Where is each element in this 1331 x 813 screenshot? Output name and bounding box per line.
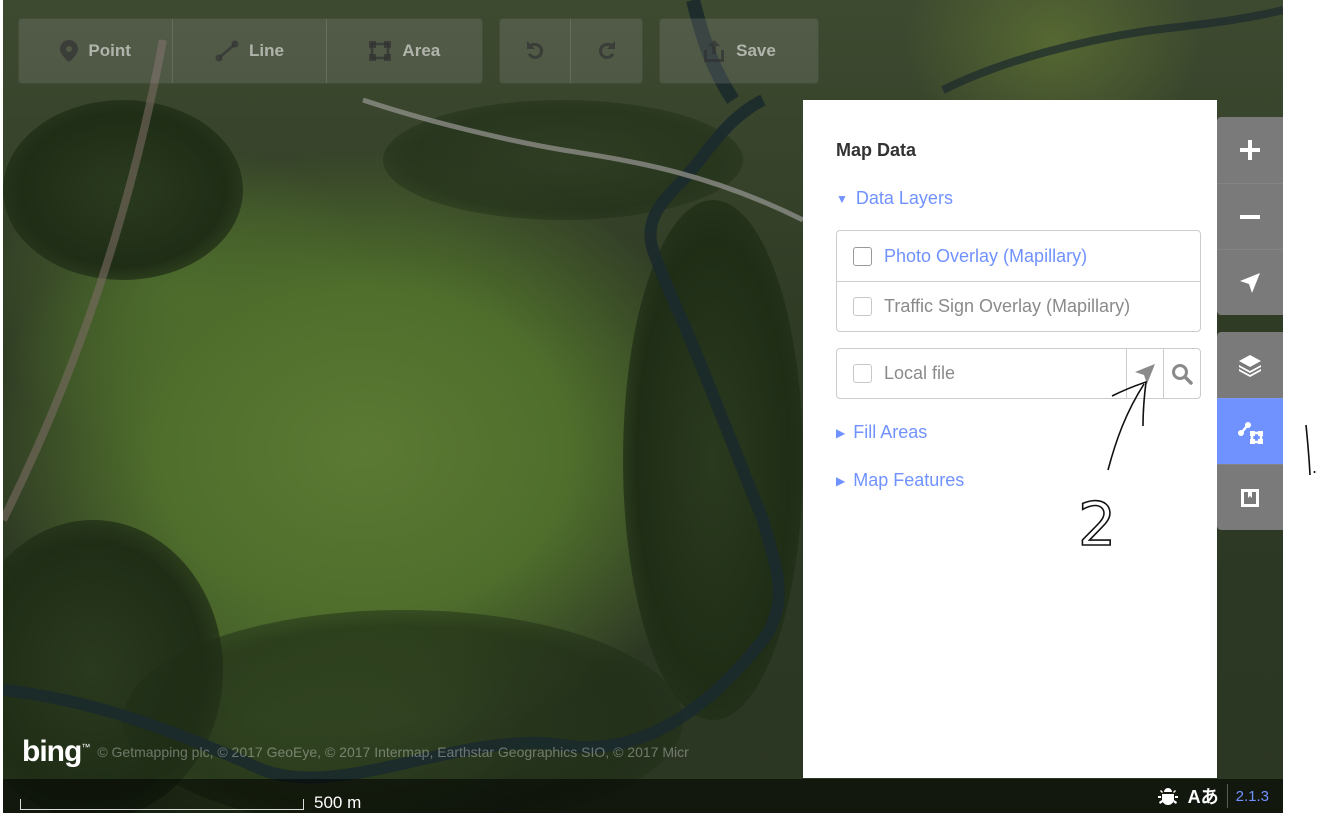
triangle-right-icon: ▶ [836, 425, 846, 440]
map-features-label: Map Features [853, 470, 965, 490]
bookmark-icon [1241, 488, 1259, 507]
location-arrow-icon [1240, 272, 1260, 293]
footer-separator [1226, 784, 1228, 808]
fill-areas-toggle[interactable]: ▶ Fill Areas [836, 422, 927, 443]
add-line-button[interactable]: Line [173, 19, 327, 83]
minus-icon [1240, 214, 1260, 219]
local-file-layer: Local file [836, 348, 1201, 399]
bug-icon[interactable] [1156, 784, 1180, 808]
undo-icon [527, 41, 544, 59]
draw-tools-group: Point Line Area [18, 18, 483, 84]
scale-label: 500 m [314, 793, 362, 812]
undo-button[interactable] [500, 19, 571, 83]
layer-photo-overlay[interactable]: Photo Overlay (Mapillary) [837, 231, 1200, 281]
add-point-button[interactable]: Point [19, 19, 174, 83]
map-footer: 500 m Aあ 2.1.3 [3, 779, 1283, 813]
redo-icon [598, 41, 615, 59]
pane-title: Map Data [836, 140, 917, 160]
zoom-in-button[interactable] [1217, 117, 1283, 183]
layers-icon [1239, 355, 1261, 377]
add-area-button[interactable]: Area [326, 19, 482, 83]
bing-logo-text: bing [22, 735, 82, 768]
area-icon [369, 41, 392, 61]
layer-traffic-sign-overlay[interactable]: Traffic Sign Overlay (Mapillary) [837, 281, 1200, 331]
fill-areas-label: Fill Areas [853, 422, 928, 442]
map-controls-panes [1217, 332, 1283, 530]
line-icon [215, 40, 239, 62]
triangle-down-icon: ▼ [836, 191, 848, 206]
save-button[interactable]: Save [660, 19, 818, 83]
attribution-text[interactable]: © Getmapping plc, © 2017 GeoEye, © 2017 … [97, 744, 688, 760]
language-label[interactable]: Aあ [1188, 783, 1219, 809]
plus-icon [1240, 140, 1260, 160]
redo-button[interactable] [571, 19, 642, 83]
photo-overlay-checkbox[interactable] [853, 246, 872, 266]
map-data-pane-button[interactable] [1217, 398, 1283, 464]
traffic-sign-overlay-checkbox[interactable] [853, 297, 872, 316]
save-group: Save [659, 18, 819, 84]
local-file-toggle[interactable]: Local file [837, 363, 1126, 384]
add-line-label: Line [249, 41, 284, 60]
data-layers-label: Data Layers [855, 188, 953, 208]
photo-overlay-label: Photo Overlay (Mapillary) [884, 245, 1088, 266]
local-file-checkbox[interactable] [853, 364, 872, 383]
map-data-pane: Map Data ▼ Data Layers Photo Overlay (Ma… [803, 100, 1217, 778]
browse-file-button[interactable] [1163, 349, 1200, 398]
local-file-label: Local file [884, 363, 956, 383]
version-link[interactable]: 2.1.3 [1236, 788, 1269, 805]
location-arrow-icon [1135, 363, 1155, 384]
imagery-attribution: bing™ © Getmapping plc, © 2017 GeoEye, ©… [22, 735, 689, 769]
search-icon [1172, 363, 1193, 385]
map-features-toggle[interactable]: ▶ Map Features [836, 470, 964, 491]
upload-icon [704, 40, 725, 62]
background-pane-button[interactable] [1217, 332, 1283, 398]
annotation-one-tail: . [1312, 458, 1317, 477]
geolocate-button[interactable] [1217, 249, 1283, 315]
scale-bar[interactable] [20, 799, 304, 810]
add-point-label: Point [88, 41, 131, 60]
data-layers-toggle[interactable]: ▼ Data Layers [836, 188, 953, 209]
footer-right: Aあ 2.1.3 [1156, 779, 1283, 813]
triangle-right-icon: ▶ [836, 473, 846, 488]
map-data-icon [1238, 421, 1263, 444]
add-area-label: Area [402, 41, 441, 60]
issues-pane-button[interactable] [1217, 464, 1283, 530]
zoom-to-layer-button[interactable] [1126, 349, 1163, 398]
save-label: Save [736, 41, 776, 60]
bing-logo: bing™ [22, 735, 90, 768]
zoom-out-button[interactable] [1217, 183, 1283, 249]
history-group [499, 18, 643, 84]
data-layers-list: Photo Overlay (Mapillary) Traffic Sign O… [836, 230, 1201, 332]
traffic-sign-overlay-label: Traffic Sign Overlay (Mapillary) [884, 296, 1131, 316]
point-icon [60, 40, 79, 62]
map-controls-zoom [1217, 117, 1283, 315]
